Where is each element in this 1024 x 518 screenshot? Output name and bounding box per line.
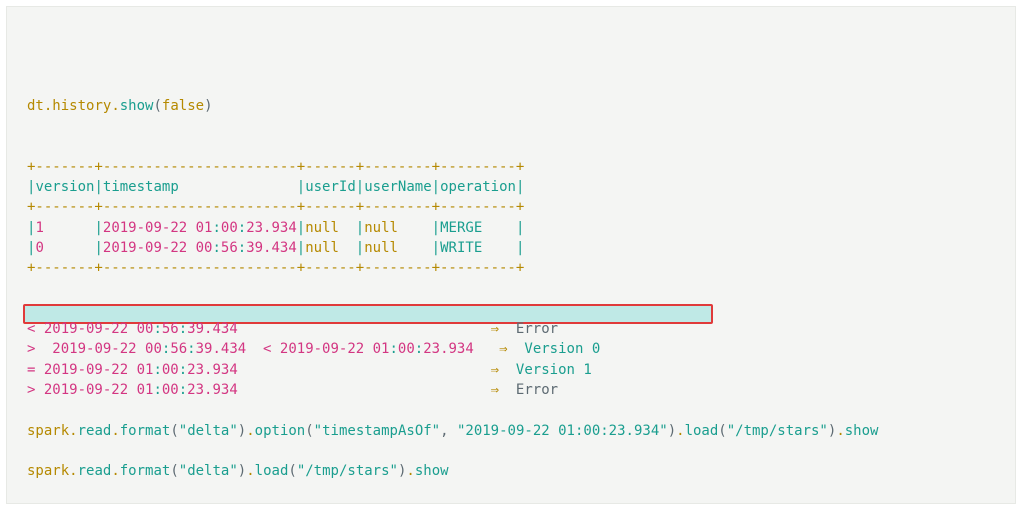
table-rule: +-------+-----------------------+------+… [27, 258, 524, 278]
code-block: dt.history.show(false) +-------+--------… [6, 6, 1016, 504]
cmp-gt: > [27, 382, 44, 398]
cmp-gt: > [27, 341, 44, 357]
cell-operation: WRITE [440, 240, 516, 256]
arrow-icon: ⇒ [499, 341, 507, 357]
fn-show: show [120, 98, 154, 114]
cell-version: 1 [35, 220, 94, 236]
cell-username: null [364, 240, 431, 256]
arrow-icon: ⇒ [491, 382, 499, 398]
cell-userid: null [305, 220, 356, 236]
result-error: Error [516, 321, 558, 337]
cell-operation: MERGE [440, 220, 516, 236]
cell-username: null [364, 220, 431, 236]
cmp-lt: < [27, 321, 44, 337]
code-content: dt.history.show(false) +-------+--------… [27, 96, 995, 482]
result-error: Error [516, 382, 558, 398]
table-rule: +-------+-----------------------+------+… [27, 197, 524, 217]
ident-dt: dt [27, 98, 44, 114]
arrow-icon: ⇒ [491, 321, 499, 337]
str-path: "/tmp/stars" [297, 463, 398, 479]
str-path: "/tmp/stars" [727, 423, 828, 439]
result-version1: Version 1 [516, 362, 592, 378]
cell-version: 0 [35, 240, 94, 256]
col-timestamp: timestamp [103, 179, 297, 195]
arrow-icon: ⇒ [491, 362, 499, 378]
result-version0: Version 0 [524, 341, 600, 357]
col-version: version [35, 179, 94, 195]
literal-false: false [162, 98, 204, 114]
str-delta: "delta" [179, 423, 238, 439]
col-username: userName [364, 179, 431, 195]
cmp-eq: = [27, 362, 44, 378]
str-delta: "delta" [179, 463, 238, 479]
col-operation: operation [440, 179, 516, 195]
str-timestamp-value: "2019-09-22 01:00:23.934" [457, 423, 668, 439]
str-timestampasof: "timestampAsOf" [314, 423, 440, 439]
ident-history: history [52, 98, 111, 114]
col-userid: userId [305, 179, 356, 195]
table-rule: +-------+-----------------------+------+… [27, 157, 524, 177]
ident-spark: spark [27, 463, 69, 479]
cell-userid: null [305, 240, 356, 256]
ident-spark: spark [27, 423, 69, 439]
